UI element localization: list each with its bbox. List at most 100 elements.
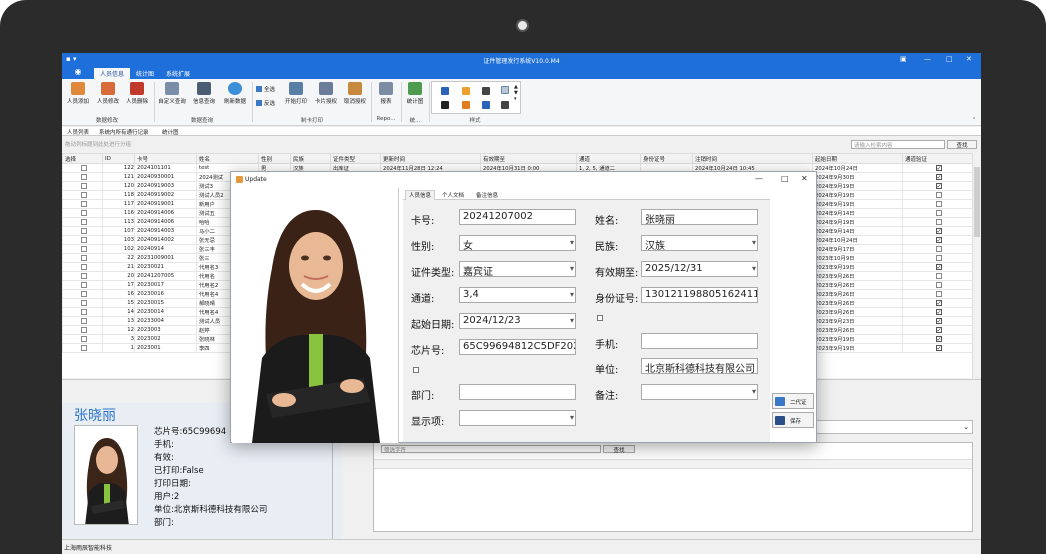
custom-query-button[interactable]: 自定义查询 [157,82,187,105]
row-select-checkbox[interactable] [80,317,87,324]
verify-cell[interactable] [902,181,973,191]
gallery-scroll-icon[interactable]: ▲ ▼ ▾ [514,84,518,102]
tab-stats[interactable]: 统计图 [130,68,160,79]
remark-select[interactable] [641,384,758,400]
row-select-checkbox[interactable] [80,263,87,270]
search-button[interactable]: 查找 [947,140,977,149]
idno-field[interactable]: 130121198805162411 [641,287,758,303]
style-gallery[interactable]: ▲ ▼ ▾ [431,81,521,114]
row-select-checkbox[interactable] [80,281,87,288]
select-cell[interactable] [62,343,103,353]
row-select-checkbox[interactable] [80,290,87,297]
minimize-icon[interactable]: — [755,174,763,183]
select-cell[interactable] [62,172,103,182]
select-cell[interactable] [62,163,103,173]
save-button[interactable]: 保存 [772,412,814,428]
column-header[interactable]: 民族 [290,153,331,164]
tab-stat-chart[interactable]: 统计图 [162,128,179,136]
type-select[interactable]: 嘉宾证 [459,261,576,277]
idno-checkbox[interactable] [597,315,603,321]
display-select[interactable] [459,410,576,426]
filter-button[interactable]: 查找 [603,445,635,454]
verify-checkbox[interactable] [935,326,942,333]
tab-person-info[interactable]: 人员信息 [405,190,436,200]
column-header[interactable]: 性别 [258,153,291,164]
select-cell[interactable] [62,181,103,191]
select-cell[interactable] [62,199,103,209]
info-query-button[interactable]: 信息查询 [189,82,219,105]
chip-checkbox[interactable] [413,367,419,373]
verify-cell[interactable] [902,271,973,281]
style-swatch[interactable] [462,101,470,109]
start-print-button[interactable]: 开始打印 [281,82,311,105]
dept-field[interactable] [459,384,576,400]
report-button[interactable]: 报表 [371,82,401,105]
column-header[interactable]: 通道验证 [902,153,973,164]
verify-cell[interactable] [902,280,973,290]
cancel-authorize-button[interactable]: 取消授权 [340,82,370,105]
style-swatch[interactable] [501,101,509,109]
verify-cell[interactable] [902,190,973,200]
scroll-thumb[interactable] [974,167,980,237]
select-cell[interactable] [62,271,103,281]
stats-chart-button[interactable]: 统计图 [400,82,430,105]
select-cell[interactable] [62,289,103,299]
style-swatch[interactable] [482,87,490,95]
verify-checkbox[interactable] [935,335,942,342]
verify-checkbox[interactable] [935,173,942,180]
tab-remarks[interactable]: 备注信息 [473,191,501,199]
nation-select[interactable]: 汉族 [641,235,758,251]
row-select-checkbox[interactable] [80,236,87,243]
column-header[interactable]: 更新时间 [380,153,481,164]
maximize-icon[interactable]: □ [946,55,953,63]
verify-cell[interactable] [902,289,973,299]
row-select-checkbox[interactable] [80,272,87,279]
row-select-checkbox[interactable] [80,209,87,216]
row-select-checkbox[interactable] [80,182,87,189]
column-header[interactable]: 姓名 [196,153,259,164]
select-cell[interactable] [62,235,103,245]
name-field[interactable]: 张晓丽 [641,209,758,225]
row-select-checkbox[interactable] [80,173,87,180]
select-cell[interactable] [62,325,103,335]
verify-cell[interactable] [902,262,973,272]
column-header[interactable]: 证件类型 [330,153,381,164]
verify-checkbox[interactable] [935,191,942,198]
start-date-picker[interactable]: 2024/12/23 [459,313,576,329]
verify-checkbox[interactable] [935,308,942,315]
close-icon[interactable]: ✕ [801,174,808,183]
row-select-checkbox[interactable] [80,200,87,207]
verify-checkbox[interactable] [935,299,942,306]
verify-cell[interactable] [902,217,973,227]
maximize-icon[interactable]: □ [781,174,789,183]
verify-cell[interactable] [902,298,973,308]
verify-cell[interactable] [902,226,973,236]
company-field[interactable]: 北京斯科德科技有限公司 [641,358,758,374]
verify-cell[interactable] [902,316,973,326]
style-swatch[interactable] [482,101,490,109]
style-swatch[interactable] [462,87,470,95]
add-person-button[interactable]: 人员添加 [63,82,93,105]
delete-person-button[interactable]: 人员删除 [122,82,152,105]
select-cell[interactable] [62,253,103,263]
verify-checkbox[interactable] [935,227,942,234]
verify-cell[interactable] [902,325,973,335]
row-select-checkbox[interactable] [80,191,87,198]
style-swatch[interactable] [441,101,449,109]
row-select-checkbox[interactable] [80,299,87,306]
row-select-checkbox[interactable] [80,326,87,333]
minimize-icon[interactable]: — [924,55,931,63]
search-input[interactable]: 请输入检索内容 [851,140,945,149]
column-header[interactable]: ID [102,153,135,164]
verify-checkbox[interactable] [935,245,942,252]
phone-field[interactable] [641,333,758,349]
tab-personal-docs[interactable]: 个人文档 [439,191,467,199]
card-authorize-button[interactable]: 卡片授权 [311,82,341,105]
verify-checkbox[interactable] [935,290,942,297]
channel-select[interactable]: 3,4 [459,287,576,303]
verify-checkbox[interactable] [935,200,942,207]
verify-checkbox[interactable] [935,218,942,225]
row-select-checkbox[interactable] [80,308,87,315]
tab-person-list[interactable]: 人员列表 [67,128,89,136]
column-header[interactable]: 注销时间 [692,153,813,164]
